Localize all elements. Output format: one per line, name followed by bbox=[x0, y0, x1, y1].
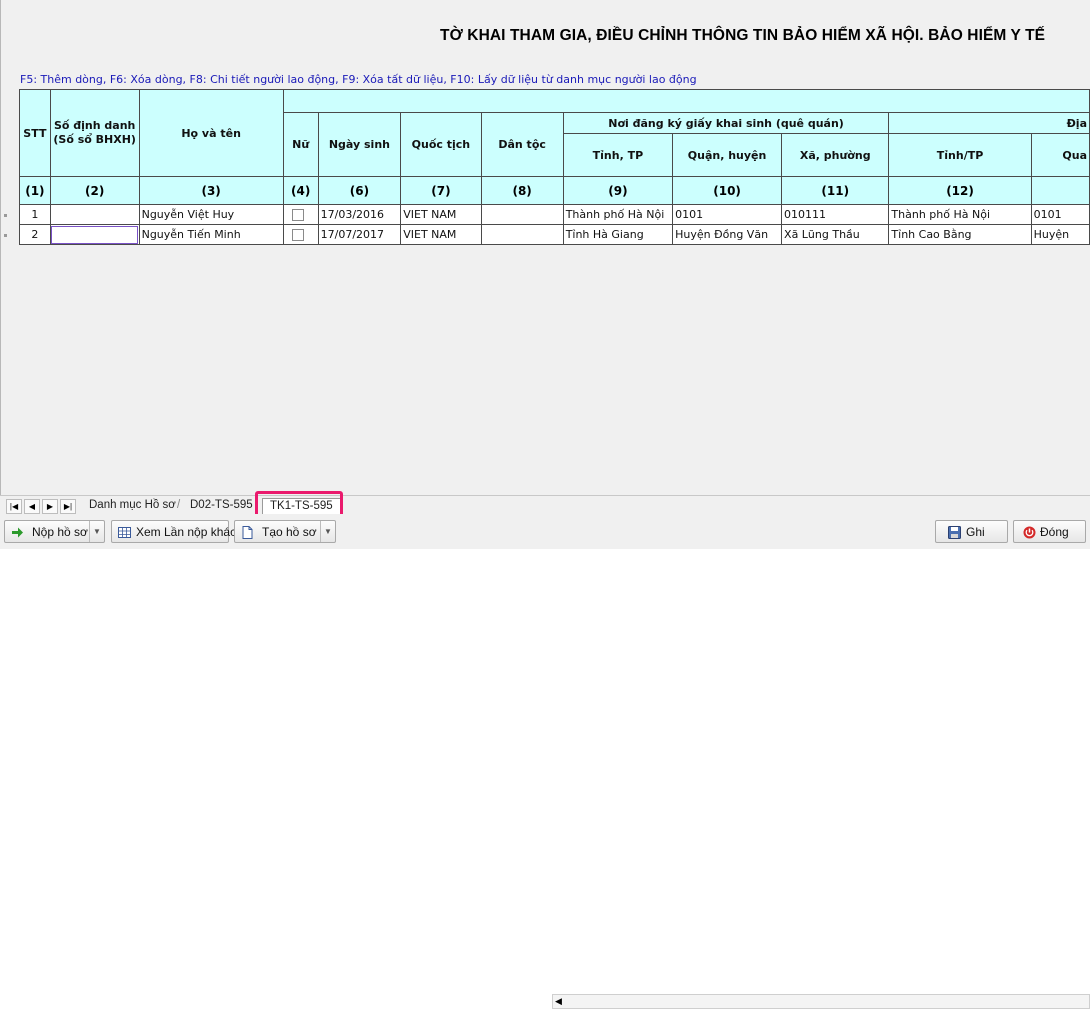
col-number bbox=[1030, 176, 1090, 205]
cell-ho-ten[interactable]: Nguyễn Tiến Minh bbox=[138, 224, 284, 245]
col-number: (1) bbox=[19, 176, 51, 205]
cell-so-dinh-danh-selected[interactable] bbox=[49, 224, 140, 245]
tab-d02-ts-595[interactable]: D02-TS-595 bbox=[190, 498, 253, 513]
xem-lan-nop-khac-label: Xem Lần nộp khác bbox=[136, 525, 237, 539]
header-ngay-sinh: Ngày sinh bbox=[317, 112, 402, 177]
table-row[interactable]: 2 Nguyễn Tiến Minh 17/07/2017 VIET NAM T… bbox=[19, 224, 1090, 245]
sheet-tab-bar: |◀ ◀ ▶ ▶| Danh mục Hồ sơ / D02-TS-595 TK… bbox=[0, 495, 1090, 1009]
left-border bbox=[0, 0, 1, 495]
cell-nu[interactable] bbox=[282, 204, 319, 225]
dong-label: Đóng bbox=[1040, 525, 1069, 539]
cell-quoc-tich[interactable]: VIET NAM bbox=[400, 224, 482, 245]
chevron-down-icon[interactable]: ▼ bbox=[320, 521, 335, 542]
header-xa-phuong: Xã, phường bbox=[781, 133, 890, 177]
next-icon[interactable]: ▶ bbox=[42, 499, 58, 514]
cell-quan-huyen[interactable]: 0101 bbox=[672, 204, 783, 225]
cell-so-dinh-danh[interactable] bbox=[49, 204, 140, 225]
keyboard-hint: F5: Thêm dòng, F6: Xóa dòng, F8: Chi tiế… bbox=[20, 73, 697, 86]
cell-tinh-tp[interactable]: Thành phố Hà Nội bbox=[562, 204, 674, 225]
header-so-dinh-danh: Số định danh (Số sổ BHXH) bbox=[49, 89, 140, 177]
col-number: (4) bbox=[282, 176, 319, 205]
button-bar: Nộp hồ sơ ▼ Xem Lần nộp khác Tạo hồ sơ ▼… bbox=[0, 514, 1090, 549]
header-tinh-tp: Tỉnh, TP bbox=[562, 133, 674, 177]
cell-tinh-tp-2[interactable]: Thành phố Hà Nội bbox=[888, 204, 1032, 225]
form-title: TỜ KHAI THAM GIA, ĐIỀU CHỈNH THÔNG TIN B… bbox=[440, 27, 1046, 44]
nu-checkbox[interactable] bbox=[291, 229, 304, 241]
cell-stt[interactable]: 2 bbox=[19, 224, 51, 245]
header-quan-huyen: Quận, huyện bbox=[672, 133, 783, 177]
cell-quoc-tich[interactable]: VIET NAM bbox=[400, 204, 482, 225]
scroll-left-icon[interactable]: ◀ bbox=[555, 995, 562, 1008]
cell-dan-toc[interactable] bbox=[480, 204, 564, 225]
header-tinh-tp-2: Tỉnh/TP bbox=[888, 133, 1032, 177]
cell-xa-phuong[interactable]: Xã Lũng Thầu bbox=[781, 224, 890, 245]
col-number: (8) bbox=[480, 176, 564, 205]
cell-nu[interactable] bbox=[282, 224, 319, 245]
ghi-button[interactable]: Ghi bbox=[935, 520, 1008, 543]
header-dan-toc: Dân tộc bbox=[480, 112, 564, 177]
header-so-dinh-danh-line2: (Số sổ BHXH) bbox=[53, 133, 136, 146]
col-number: (11) bbox=[781, 176, 890, 205]
header-quan-huyen-2-partial: Qua bbox=[1030, 133, 1090, 177]
table-row[interactable]: 1 Nguyễn Việt Huy 17/03/2016 VIET NAM Th… bbox=[19, 204, 1090, 225]
save-icon bbox=[948, 526, 961, 539]
cell-tinh-tp[interactable]: Tỉnh Hà Giang bbox=[562, 224, 674, 245]
cell-dan-toc[interactable] bbox=[480, 224, 564, 245]
tao-ho-so-button[interactable]: Tạo hồ sơ ▼ bbox=[234, 520, 336, 543]
grid-icon bbox=[118, 527, 131, 538]
tao-ho-so-label: Tạo hồ sơ bbox=[262, 525, 317, 539]
col-number: (7) bbox=[400, 176, 482, 205]
nop-ho-so-button[interactable]: Nộp hồ sơ ▼ bbox=[4, 520, 105, 543]
horizontal-scrollbar[interactable]: ◀ bbox=[552, 994, 1090, 1009]
arrow-right-icon bbox=[12, 527, 23, 538]
row-marker bbox=[4, 214, 7, 217]
cell-xa-phuong[interactable]: 010111 bbox=[781, 204, 890, 225]
cell-quan-huyen-2[interactable]: Huyện bbox=[1030, 224, 1090, 245]
header-group-top bbox=[282, 89, 1090, 113]
col-number: (10) bbox=[672, 176, 783, 205]
dong-button[interactable]: Đóng bbox=[1013, 520, 1086, 543]
nu-checkbox[interactable] bbox=[291, 209, 304, 221]
header-so-dinh-danh-line1: Số định danh bbox=[53, 119, 136, 132]
xem-lan-nop-khac-button[interactable]: Xem Lần nộp khác bbox=[111, 520, 236, 543]
cell-tinh-tp-2[interactable]: Tỉnh Cao Bằng bbox=[888, 224, 1032, 245]
header-stt: STT bbox=[19, 89, 51, 177]
header-dia-chi-partial: Địa bbox=[888, 112, 1090, 134]
tab-separator: / bbox=[177, 499, 181, 511]
row-marker bbox=[4, 234, 7, 237]
last-icon[interactable]: ▶| bbox=[60, 499, 76, 514]
power-icon bbox=[1023, 526, 1036, 539]
col-number: (2) bbox=[49, 176, 140, 205]
header-quoc-tich: Quốc tịch bbox=[400, 112, 482, 177]
header-nu: Nữ bbox=[282, 112, 319, 177]
cell-quan-huyen[interactable]: Huyện Đồng Văn bbox=[672, 224, 783, 245]
col-number: (9) bbox=[562, 176, 674, 205]
prev-icon[interactable]: ◀ bbox=[24, 499, 40, 514]
col-number: (3) bbox=[138, 176, 284, 205]
tab-danh-muc-ho-so[interactable]: Danh mục Hồ sơ bbox=[89, 498, 176, 513]
cell-quan-huyen-2[interactable]: 0101 bbox=[1030, 204, 1090, 225]
col-number: (6) bbox=[317, 176, 402, 205]
col-number: (12) bbox=[888, 176, 1032, 205]
header-noi-dang-ky: Nơi đăng ký giấy khai sinh (quê quán) bbox=[562, 112, 890, 134]
employee-table: STT Số định danh (Số sổ BHXH) Họ và tên … bbox=[19, 89, 1090, 245]
nop-ho-so-label: Nộp hồ sơ bbox=[32, 525, 88, 539]
cell-ho-ten[interactable]: Nguyễn Việt Huy bbox=[138, 204, 284, 225]
ghi-label: Ghi bbox=[966, 525, 985, 539]
cell-ngay-sinh[interactable]: 17/07/2017 bbox=[317, 224, 402, 245]
cell-stt[interactable]: 1 bbox=[19, 204, 51, 225]
first-icon[interactable]: |◀ bbox=[6, 499, 22, 514]
new-document-icon bbox=[242, 526, 253, 539]
header-ho-ten: Họ và tên bbox=[138, 89, 284, 177]
spreadsheet-area: TỜ KHAI THAM GIA, ĐIỀU CHỈNH THÔNG TIN B… bbox=[0, 0, 1090, 495]
cell-ngay-sinh[interactable]: 17/03/2016 bbox=[317, 204, 402, 225]
chevron-down-icon[interactable]: ▼ bbox=[89, 521, 104, 542]
